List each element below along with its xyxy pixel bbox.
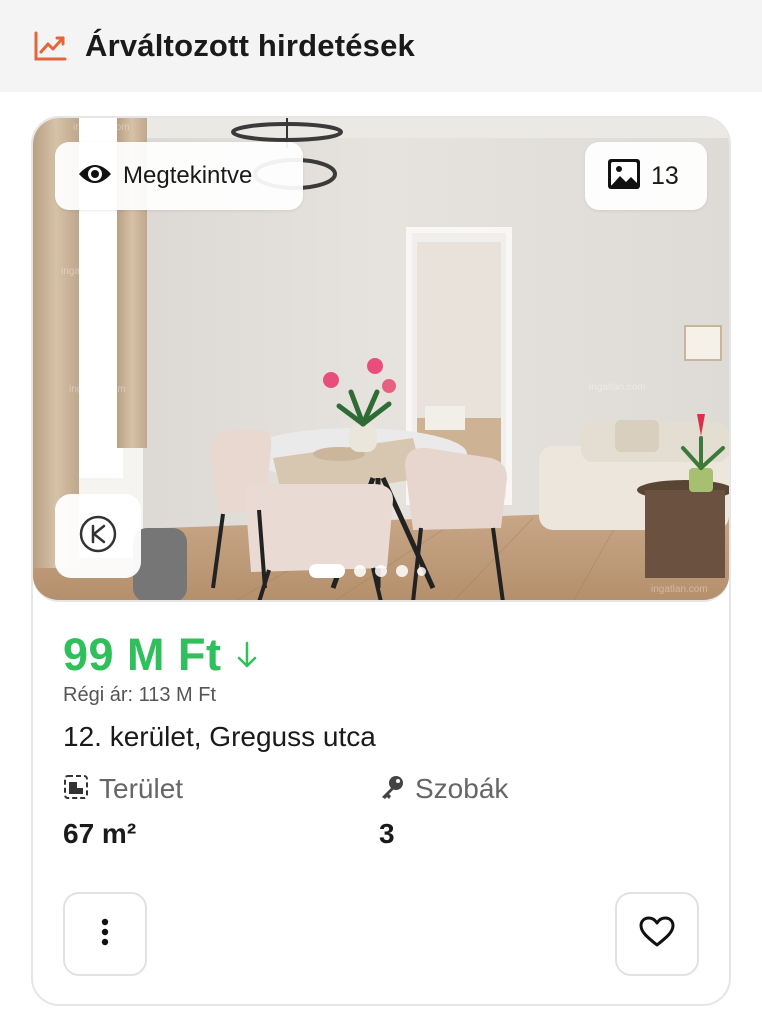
rooms-value: 3 <box>379 818 395 849</box>
area-attribute: Terület <box>63 773 183 805</box>
viewed-label: Megtekintve <box>123 162 253 189</box>
listing-photo[interactable]: ingatlan.com ingatlan.com ingatlan.com i… <box>33 118 729 602</box>
svg-text:ingatlan.com: ingatlan.com <box>651 584 708 595</box>
favorite-button[interactable] <box>615 892 699 976</box>
svg-text:ingatlan.com: ingatlan.com <box>61 266 118 277</box>
area-value: 67 m² <box>63 818 137 849</box>
k-circle-icon <box>78 514 118 559</box>
photo-watermark: ingatlan.com <box>73 122 130 133</box>
key-icon <box>379 774 405 805</box>
svg-text:ingatlan.com: ingatlan.com <box>589 382 646 393</box>
carousel-indicator <box>309 564 426 578</box>
more-vertical-icon <box>100 917 110 952</box>
old-price: Régi ár: 113 M Ft <box>63 684 217 706</box>
page-title: Árváltozott hirdetések <box>85 28 415 63</box>
eye-icon <box>77 162 113 191</box>
carousel-dot[interactable] <box>354 565 366 577</box>
carousel-dot[interactable] <box>375 565 387 577</box>
listing-card[interactable]: ingatlan.com ingatlan.com ingatlan.com i… <box>31 116 731 1006</box>
current-price: 99 M Ft <box>63 629 222 680</box>
page-header: Árváltozott hirdetések <box>0 0 762 92</box>
area-icon <box>63 774 89 805</box>
carousel-dot-active[interactable] <box>309 564 345 578</box>
arrow-down-icon <box>236 640 258 670</box>
more-options-button[interactable] <box>63 892 147 976</box>
rooms-label: Szobák <box>415 773 509 804</box>
listing-address: 12. kerület, Greguss utca <box>63 721 376 752</box>
photo-count-badge[interactable]: 13 <box>585 142 707 210</box>
svg-text:ingatlan.com: ingatlan.com <box>69 384 126 395</box>
carousel-dot[interactable] <box>417 566 426 576</box>
trend-chart-icon <box>32 28 68 64</box>
image-gallery-icon <box>607 158 641 195</box>
rooms-attribute: Szobák <box>379 773 508 805</box>
agency-logo-button[interactable] <box>55 494 141 578</box>
viewed-badge: Megtekintve <box>55 142 303 210</box>
photo-count: 13 <box>651 161 679 190</box>
price-row: 99 M Ft <box>63 629 258 681</box>
carousel-dot[interactable] <box>396 565 408 577</box>
heart-icon <box>639 916 675 953</box>
area-label: Terület <box>99 773 184 804</box>
